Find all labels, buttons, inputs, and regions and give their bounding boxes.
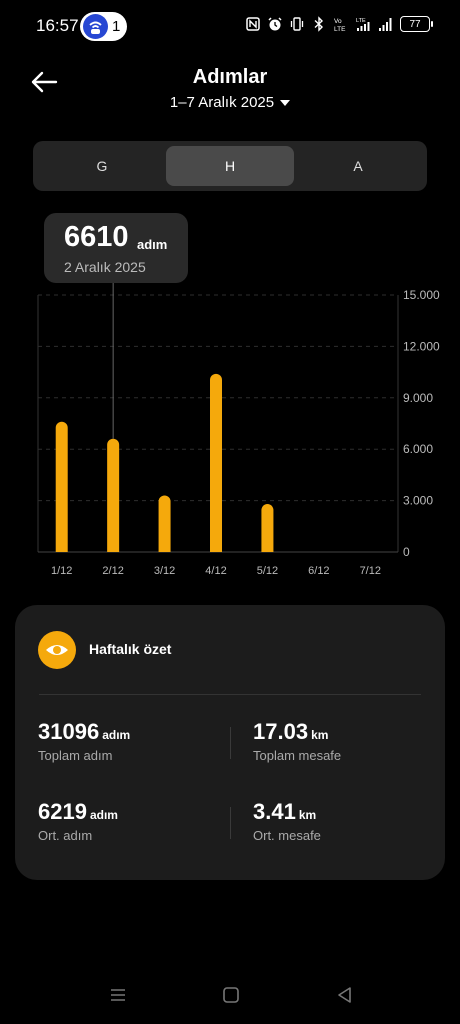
stat-unit: adım (89, 808, 118, 822)
bar-3-12 (158, 495, 171, 552)
caret-down-icon (280, 100, 291, 107)
tab-day-label: G (96, 158, 108, 174)
stat-value: 17.03 (253, 719, 309, 744)
y-tick-label: 12.000 (403, 339, 440, 353)
nfc-icon (246, 17, 260, 31)
card-title: Haftalık özet (89, 641, 172, 657)
y-tick-label: 3.000 (403, 494, 433, 508)
tooltip-date: 2 Aralık 2025 (64, 259, 146, 275)
x-tick-label: 6/12 (308, 565, 329, 577)
home-icon[interactable] (221, 985, 241, 1005)
page-title: Adımlar (192, 66, 268, 88)
bar-2-12 (107, 438, 120, 552)
total-distance-stat: 17.03 km Toplam mesafe (253, 719, 341, 763)
hotspot-count: 1 (112, 18, 121, 35)
hotspot-icon (83, 14, 108, 39)
bar-5-12 (261, 504, 274, 552)
y-tick-label: 6.000 (403, 442, 433, 456)
x-tick-label: 5/12 (257, 565, 278, 577)
vibrate-icon (290, 17, 304, 31)
y-tick-label: 9.000 (403, 391, 433, 405)
x-tick-label: 2/12 (102, 565, 123, 577)
status-time: 16:57 (36, 16, 79, 35)
avg-steps-stat: 6219 adım Ort. adım (38, 799, 118, 843)
divider (230, 727, 231, 759)
volte-icon: VoLTE (334, 18, 346, 32)
date-range-selector[interactable]: 1–7 Aralık 2025 (0, 94, 460, 111)
divider (39, 694, 421, 695)
battery-icon: 77 (400, 16, 433, 32)
stat-label: Toplam adım (38, 748, 113, 763)
menu-icon[interactable] (108, 985, 128, 1005)
stat-value: 3.41 (253, 799, 296, 824)
svg-text:LTE: LTE (356, 18, 366, 24)
tab-week[interactable]: H (166, 146, 294, 186)
tab-day[interactable]: G (38, 146, 166, 186)
back-icon[interactable] (335, 985, 355, 1005)
tab-month[interactable]: A (294, 146, 422, 186)
stat-unit: km (298, 808, 317, 822)
y-tick-label: 15.000 (403, 288, 440, 302)
tab-week-label: H (224, 158, 236, 174)
y-tick-label: 0 (403, 545, 410, 559)
svg-text:LTE: LTE (334, 26, 346, 32)
signal-icon (379, 18, 392, 31)
stat-label: Ort. mesafe (253, 828, 321, 843)
stat-label: Ort. adım (38, 828, 93, 843)
bar-4-12 (210, 373, 222, 552)
selected-day-tooltip: 6610 adım 2 Aralık 2025 (44, 213, 188, 283)
stat-value: 31096 (38, 719, 100, 744)
stat-unit: adım (102, 728, 131, 742)
x-tick-label: 1/12 (51, 565, 72, 577)
tab-month-label: A (353, 158, 363, 174)
weekly-summary-card: Haftalık özet 31096 adım Toplam adım 17.0… (15, 605, 445, 880)
x-tick-label: 7/12 (360, 565, 381, 577)
steps-bar-chart[interactable]: 15.000 12.000 9.000 6.000 3.000 0 1/12 2/12 3/12… (0, 280, 460, 590)
hotspot-indicator[interactable]: 1 (80, 12, 127, 41)
battery-level: 77 (409, 18, 421, 30)
tooltip-value: 6610 (64, 221, 129, 253)
stat-label: Toplam mesafe (253, 748, 342, 763)
status-bar: 16:57 1 Vo LTE LTE 77 (0, 0, 460, 52)
eye-icon (38, 631, 76, 669)
bluetooth-icon (314, 16, 324, 32)
stat-value: 6219 (38, 799, 87, 824)
svg-text:Vo: Vo (334, 18, 342, 25)
total-steps-stat: 31096 adım Toplam adım (38, 719, 130, 763)
divider (230, 807, 231, 839)
bar-1-12 (55, 421, 68, 552)
alarm-icon (268, 17, 282, 31)
stat-unit: km (311, 728, 329, 742)
system-nav-bar (0, 975, 460, 1015)
tooltip-unit: adım (137, 237, 168, 252)
x-tick-label: 3/12 (154, 565, 175, 577)
lte-signal-icon: LTE (356, 18, 370, 31)
period-selector: G H A (33, 141, 427, 191)
avg-distance-stat: 3.41 km Ort. mesafe (253, 799, 321, 843)
date-range-label: 1–7 Aralık 2025 (169, 94, 275, 111)
x-tick-label: 4/12 (205, 565, 226, 577)
